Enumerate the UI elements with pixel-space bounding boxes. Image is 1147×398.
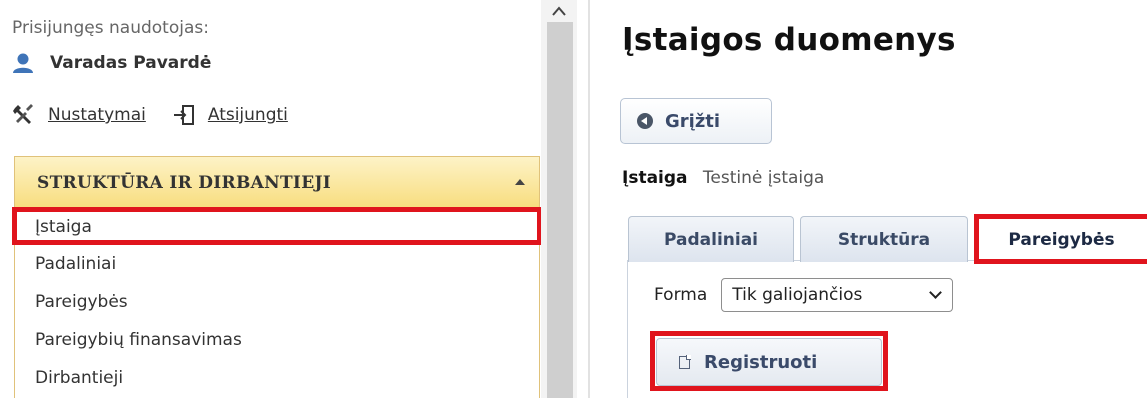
tools-icon[interactable] bbox=[12, 103, 36, 127]
org-key: Įstaiga bbox=[622, 168, 688, 188]
chevron-down-icon bbox=[929, 286, 943, 299]
sidebar-item-padaliniai[interactable]: Padaliniai bbox=[15, 245, 539, 283]
highlight-box-istaiga bbox=[12, 207, 542, 245]
back-button-label: Grįžti bbox=[665, 110, 721, 132]
user-icon bbox=[12, 52, 34, 74]
org-value: Testinė įstaiga bbox=[702, 168, 825, 188]
forma-select[interactable]: Tik galiojančios bbox=[721, 278, 954, 312]
user-row: Varadas Pavardė bbox=[12, 50, 211, 76]
sidebar-item-pareigybes[interactable]: Pareigybės bbox=[15, 283, 539, 321]
sidebar-item-dirbantieji[interactable]: Dirbantieji bbox=[15, 359, 539, 397]
logout-link[interactable]: Atsijungti bbox=[208, 105, 288, 125]
menu-title: STRUKTŪRA IR DIRBANTIEJI bbox=[37, 172, 332, 193]
collapse-caret-icon[interactable] bbox=[515, 179, 525, 185]
page-title: Įstaigos duomenys bbox=[622, 22, 956, 58]
scroll-up-icon[interactable] bbox=[541, 0, 577, 22]
sidebar: Prisijungęs naudotojas: Varadas Pavardė … bbox=[0, 0, 542, 398]
org-row: Įstaiga Testinė įstaiga bbox=[622, 168, 824, 188]
user-name: Varadas Pavardė bbox=[50, 53, 212, 73]
highlight-box-register bbox=[650, 331, 888, 391]
tab-padaliniai[interactable]: Padaliniai bbox=[628, 216, 794, 262]
forma-row: Forma Tik galiojančios bbox=[654, 278, 954, 312]
divider bbox=[588, 0, 590, 398]
back-arrow-icon bbox=[637, 113, 653, 129]
tab-struktura[interactable]: Struktūra bbox=[800, 216, 968, 262]
structure-menu: STRUKTŪRA IR DIRBANTIEJI Įstaiga Padalin… bbox=[14, 156, 540, 398]
logged-in-user-label: Prisijungęs naudotojas: bbox=[12, 18, 209, 38]
scrollbar-thumb[interactable] bbox=[547, 22, 573, 398]
settings-link[interactable]: Nustatymai bbox=[48, 105, 146, 125]
logout-icon[interactable] bbox=[172, 103, 196, 127]
sidebar-item-pareigybiu-finansavimas[interactable]: Pareigybių finansavimas bbox=[15, 321, 539, 359]
user-links: Nustatymai Atsijungti bbox=[12, 101, 314, 129]
highlight-box-tab bbox=[974, 214, 1147, 264]
forma-label: Forma bbox=[654, 285, 708, 305]
back-button[interactable]: Grįžti bbox=[620, 98, 772, 144]
menu-header[interactable]: STRUKTŪRA IR DIRBANTIEJI bbox=[15, 157, 539, 209]
forma-selected-value: Tik galiojančios bbox=[732, 285, 863, 305]
